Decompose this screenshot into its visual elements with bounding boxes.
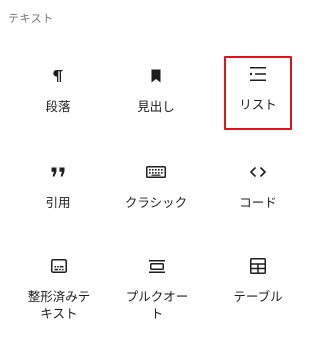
block-label: 引用 (45, 195, 71, 210)
block-pullquote[interactable]: プルクオート (118, 252, 196, 324)
list-icon (246, 62, 270, 86)
block-table[interactable]: テーブル (224, 252, 292, 307)
pullquote-icon (145, 254, 169, 278)
block-label: 見出し (137, 99, 175, 114)
paragraph-icon (46, 64, 70, 88)
code-icon (246, 160, 270, 184)
block-preformatted[interactable]: 整形済みテキスト (24, 252, 94, 324)
quote-icon (46, 160, 70, 184)
block-label: コード (239, 195, 277, 210)
block-heading[interactable]: 見出し (122, 62, 190, 117)
block-label: テーブル (233, 289, 283, 304)
heading-bookmark-icon (144, 64, 168, 88)
section-title: テキスト (8, 12, 54, 25)
keyboard-icon (144, 160, 168, 184)
block-label: クラシック (124, 195, 188, 210)
block-paragraph[interactable]: 段落 (24, 62, 92, 117)
block-label: 整形済みテキスト (27, 289, 91, 321)
block-label: 段落 (45, 99, 71, 114)
block-inserter-panel: テキスト 段落 見出し リスト 引用 クラシック コード 整形済みテキスト プル… (0, 0, 312, 340)
block-list[interactable]: リスト (224, 56, 292, 130)
block-label: リスト (239, 97, 277, 112)
block-quote[interactable]: 引用 (24, 158, 92, 213)
table-icon (246, 254, 270, 278)
block-code[interactable]: コード (224, 158, 292, 213)
preformatted-icon (47, 254, 71, 278)
block-classic[interactable]: クラシック (122, 158, 190, 213)
block-label: プルクオート (125, 289, 189, 321)
